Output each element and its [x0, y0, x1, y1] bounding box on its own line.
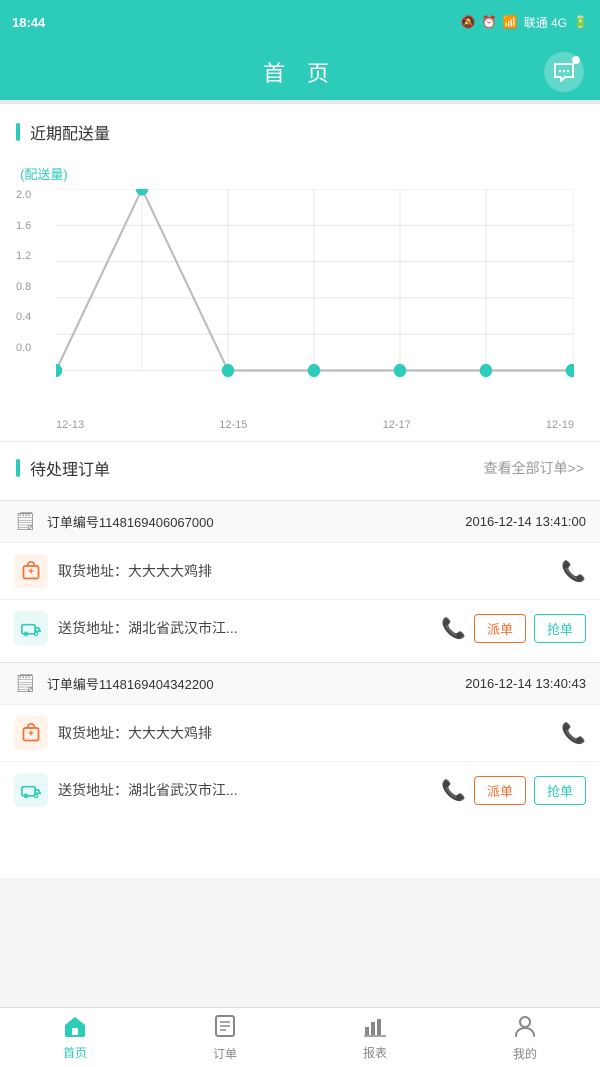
order-2-delivery-call-icon[interactable]: 📞	[441, 778, 466, 803]
order-2-header: 🗒 订单编号1148169404342200 2016-12-14 13:40:…	[0, 663, 600, 704]
orders-icon	[214, 1014, 236, 1042]
x-label-1213: 12-13	[56, 419, 84, 431]
delivery-icon-1	[14, 611, 48, 645]
order-1-delivery-actions: 📞 派单 抢单	[441, 614, 586, 643]
chat-dot	[572, 56, 580, 64]
delivery-section-title: 近期配送量	[16, 120, 584, 144]
order-1-grab-button[interactable]: 抢单	[534, 614, 586, 643]
order-1-header: 🗒 订单编号1148169406067000 2016-12-14 13:41:…	[0, 501, 600, 542]
y-label-0: 0.0	[16, 342, 31, 354]
order-card-1: 🗒 订单编号1148169406067000 2016-12-14 13:41:…	[0, 500, 600, 656]
x-label-1217: 12-17	[383, 419, 411, 431]
y-label-16: 1.6	[16, 220, 31, 232]
order-1-time: 2016-12-14 13:41:00	[465, 514, 586, 529]
order-2-time: 2016-12-14 13:40:43	[465, 676, 586, 691]
y-label-12: 1.2	[16, 250, 31, 262]
delivery-icon-2	[14, 773, 48, 807]
orders-title-bar	[16, 459, 20, 477]
nav-item-orders[interactable]: 订单	[150, 1008, 300, 1067]
chat-button[interactable]	[544, 52, 584, 92]
order-2-grab-button[interactable]: 抢单	[534, 776, 586, 805]
chart-container: (配送量)	[16, 156, 584, 417]
order-2-pickup-actions: 📞	[561, 721, 586, 746]
nav-item-reports[interactable]: 报表	[300, 1008, 450, 1067]
order-1-delivery-text: 送货地址：湖北省武汉市江...	[58, 618, 431, 638]
pending-orders-title: 待处理订单	[16, 456, 110, 480]
order-1-pickup-call-icon[interactable]: 📞	[561, 559, 586, 584]
pickup-icon-2	[14, 716, 48, 750]
order-2-pickup-row: 取货地址：大大大大鸡排 📞	[0, 704, 600, 761]
view-all-orders-button[interactable]: 查看全部订单>>	[484, 458, 584, 478]
order-1-pickup-text: 取货地址：大大大大鸡排	[58, 561, 551, 581]
order-2-pickup-call-icon[interactable]: 📞	[561, 721, 586, 746]
carrier-label: 联通 4G	[524, 14, 567, 31]
home-icon	[63, 1015, 87, 1041]
page-title: 首 页	[263, 56, 337, 88]
delivery-section: 近期配送量 (配送量)	[0, 104, 600, 433]
nav-label-orders: 订单	[213, 1045, 237, 1062]
order-1-assign-button[interactable]: 派单	[474, 614, 526, 643]
wifi-icon: 📶	[503, 15, 518, 29]
status-right: 🔕 ⏰ 📶 联通 4G 🔋	[461, 14, 588, 31]
title-bar-decoration	[16, 123, 20, 141]
order-1-id: 订单编号1148169406067000	[47, 512, 455, 531]
status-bar: 18:44 🔕 ⏰ 📶 联通 4G 🔋	[0, 0, 600, 44]
nav-item-home[interactable]: 首页	[0, 1008, 150, 1067]
pending-orders-header: 待处理订单 查看全部订单>>	[0, 441, 600, 494]
order-1-doc-icon: 🗒	[14, 511, 37, 532]
order-2-doc-icon: 🗒	[14, 673, 37, 694]
order-1-delivery-row: 送货地址：湖北省武汉市江... 📞 派单 抢单	[0, 599, 600, 656]
nav-label-reports: 报表	[363, 1044, 387, 1061]
main-content: 近期配送量 (配送量)	[0, 104, 600, 878]
order-2-assign-button[interactable]: 派单	[474, 776, 526, 805]
y-label-2: 2.0	[16, 189, 31, 201]
order-2-pickup-text: 取货地址：大大大大鸡排	[58, 723, 551, 743]
reports-icon	[363, 1015, 387, 1041]
order-1-delivery-call-icon[interactable]: 📞	[441, 616, 466, 641]
delivery-title-text: 近期配送量	[30, 120, 110, 144]
x-label-1219: 12-19	[546, 419, 574, 431]
pickup-icon-1	[14, 554, 48, 588]
order-card-2: 🗒 订单编号1148169404342200 2016-12-14 13:40:…	[0, 662, 600, 818]
nav-item-mine[interactable]: 我的	[450, 1008, 600, 1067]
mute-icon: 🔕	[461, 15, 476, 29]
battery-icon: 🔋	[573, 15, 588, 29]
order-2-delivery-actions: 📞 派单 抢单	[441, 776, 586, 805]
order-2-id: 订单编号1148169404342200	[47, 674, 455, 693]
bottom-nav: 首页 订单 报表	[0, 1007, 600, 1067]
x-label-1215: 12-15	[219, 419, 247, 431]
pending-orders-title-text: 待处理订单	[30, 456, 110, 480]
order-2-delivery-row: 送货地址：湖北省武汉市江... 📞 派单 抢单	[0, 761, 600, 818]
y-label-08: 0.8	[16, 281, 31, 293]
order-1-pickup-row: 取货地址：大大大大鸡排 📞	[0, 542, 600, 599]
chart-y-label: (配送量)	[20, 164, 584, 183]
alarm-icon: ⏰	[482, 15, 497, 29]
order-1-pickup-actions: 📞	[561, 559, 586, 584]
y-label-04: 0.4	[16, 311, 31, 323]
chart-svg	[56, 189, 574, 409]
mine-icon	[514, 1014, 536, 1042]
nav-label-home: 首页	[63, 1044, 87, 1061]
status-time: 18:44	[12, 15, 45, 30]
order-2-delivery-text: 送货地址：湖北省武汉市江...	[58, 780, 431, 800]
chart-area: 2.0 1.6 1.2 0.8 0.4 0.0 12-13 12-15 12-1…	[56, 189, 574, 409]
nav-label-mine: 我的	[513, 1045, 537, 1062]
header: 首 页	[0, 44, 600, 100]
